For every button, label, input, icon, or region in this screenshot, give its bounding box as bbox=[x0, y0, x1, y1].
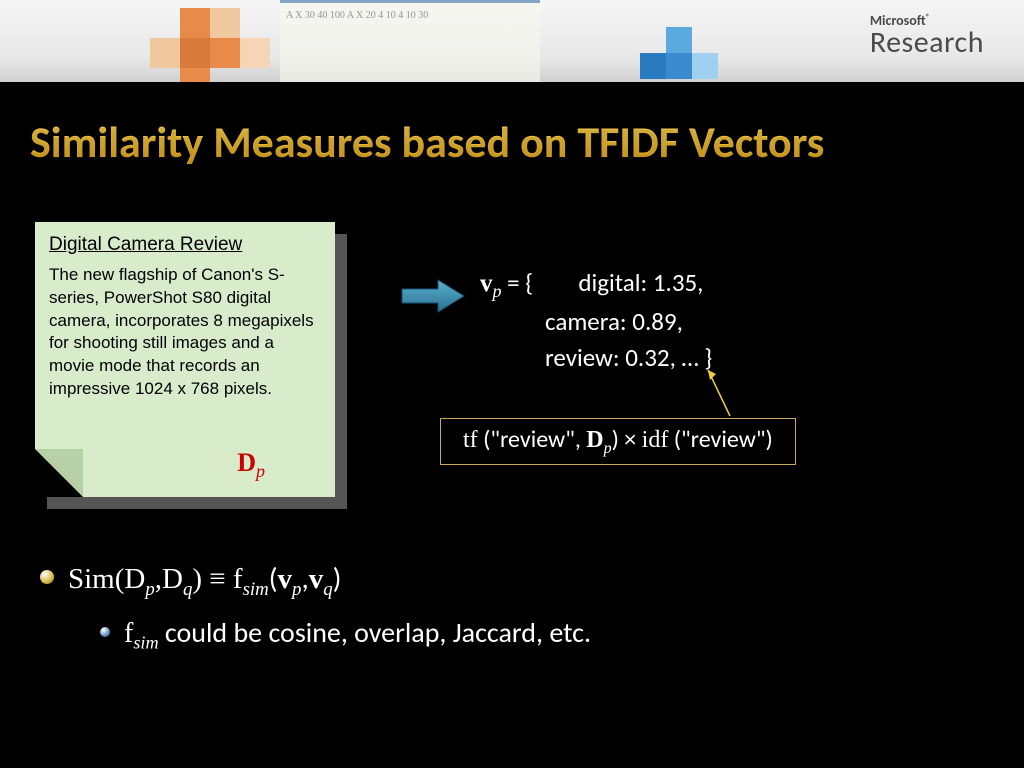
slide-title: Similarity Measures based on TFIDF Vecto… bbox=[0, 85, 1024, 189]
bullet-item-1: Sim(Dp,Dq) ≡ fsim(vp,vq) bbox=[40, 560, 591, 601]
header-banner: A X 30 40 100 A X 20 4 10 4 10 30 Micros… bbox=[0, 0, 1024, 85]
vector-representation: vp = { digital: 1.35, camera: 0.89, revi… bbox=[480, 265, 712, 377]
bullet-icon bbox=[100, 627, 110, 637]
microsoft-research-logo: Microsoft® Research bbox=[870, 12, 984, 56]
tfidf-formula: tf ("review", Dp) × idf ("review") bbox=[440, 418, 796, 465]
arrow-right-icon bbox=[400, 278, 468, 319]
document-symbol: Dp bbox=[237, 445, 265, 483]
whiteboard-decor: A X 30 40 100 A X 20 4 10 4 10 30 bbox=[280, 0, 540, 85]
sticky-note-document: Digital Camera Review The new flagship o… bbox=[35, 222, 335, 497]
sticky-heading: Digital Camera Review bbox=[49, 232, 321, 258]
sticky-body: The new flagship of Canon's S-series, Po… bbox=[49, 264, 321, 402]
page-fold-icon bbox=[35, 449, 83, 497]
bullet-icon bbox=[40, 570, 54, 584]
bullet-item-2: fsim could be cosine, overlap, Jaccard, … bbox=[100, 615, 591, 654]
bullet-list: Sim(Dp,Dq) ≡ fsim(vp,vq) fsim could be c… bbox=[40, 560, 591, 653]
